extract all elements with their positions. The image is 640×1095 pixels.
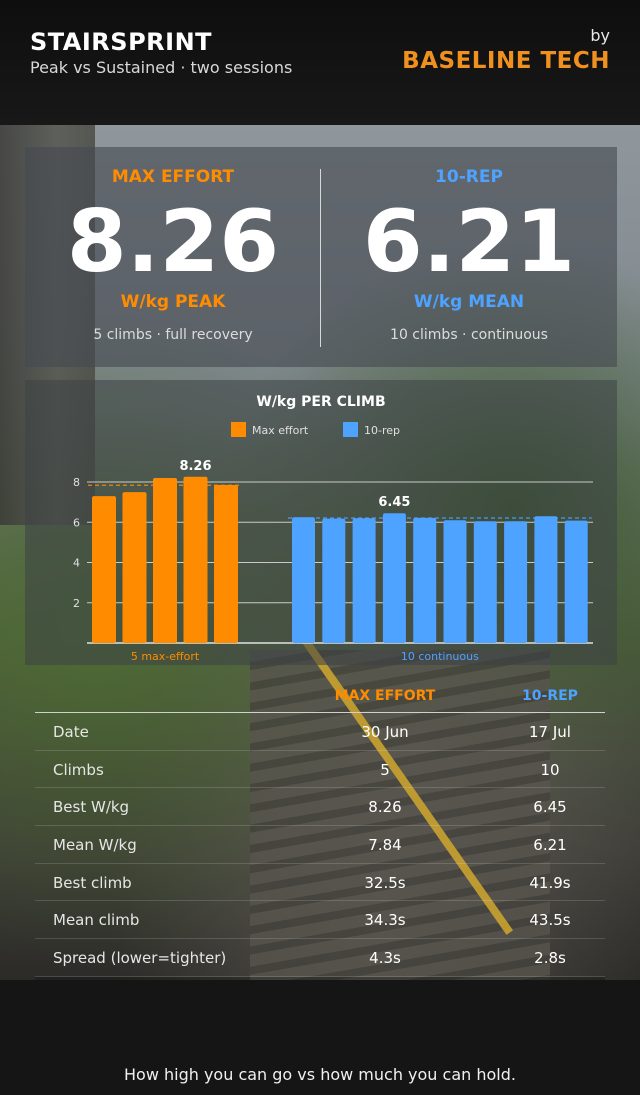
y-tick-label: 4 <box>73 557 80 570</box>
y-tick-label: 8 <box>73 476 80 489</box>
bar <box>92 496 116 643</box>
table-row: Best climb 32.5s 41.9s <box>35 864 605 902</box>
chart-panel: W/kg PER CLIMB Max effort 10-rep 2 4 6 8 8.26 5 … <box>25 380 617 665</box>
bar <box>443 520 467 643</box>
brand-name: BASELINE TECH <box>402 48 610 74</box>
table-row: Mean climb 34.3s 43.5s <box>35 901 605 940</box>
row-value-max-effort: 8.26 <box>368 798 402 817</box>
group-label: 5 max-effort <box>131 650 200 663</box>
table-row: Date 30 Jun 17 Jul <box>35 713 605 751</box>
chart-title: W/kg PER CLIMB <box>256 394 385 410</box>
row-value-max-effort: 4.3s <box>369 949 401 968</box>
row-label: Date <box>53 723 89 741</box>
table-header: MAX EFFORT 10-REP <box>35 678 605 713</box>
legend-swatch <box>343 422 358 437</box>
row-value-max-effort: 5 <box>380 760 390 779</box>
table-row: Mean W/kg 7.84 6.21 <box>35 826 605 864</box>
row-label: Best climb <box>53 873 132 892</box>
bar <box>382 513 406 643</box>
page-title: STAIRSPRINT <box>30 28 213 56</box>
row-value-max-effort: 34.3s <box>364 911 406 930</box>
summary-left-value: 8.26 <box>66 192 280 292</box>
row-value-10-rep: 43.5s <box>529 911 571 930</box>
row-value-10-rep: 2.8s <box>534 949 566 968</box>
bar <box>322 518 346 643</box>
legend-label: Max effort <box>252 424 309 437</box>
bar <box>534 516 558 643</box>
bar <box>473 521 497 643</box>
summary-left-unit: W/kg PEAK <box>120 292 226 312</box>
bar <box>413 517 437 643</box>
row-label: Spread (lower=tighter) <box>53 949 227 968</box>
bar <box>214 485 238 643</box>
table-header-10-rep: 10-REP <box>522 688 578 704</box>
summary-left-note: 5 climbs · full recovery <box>93 327 253 343</box>
summary-right-label: 10-REP <box>435 167 503 187</box>
row-value-10-rep: 6.21 <box>533 836 567 855</box>
bar-callout-label: 6.45 <box>378 495 410 510</box>
summary-right-value: 6.21 <box>362 192 576 292</box>
row-value-10-rep: 10 <box>540 760 560 779</box>
row-value-max-effort: 30 Jun <box>361 723 409 741</box>
table-row: Climbs 5 10 <box>35 751 605 789</box>
bar <box>564 520 588 643</box>
table-row: Spread (lower=tighter) 4.3s 2.8s <box>35 939 605 977</box>
group-label: 10 continuous <box>401 650 479 663</box>
y-tick-label: 2 <box>73 597 80 610</box>
bar <box>504 521 528 643</box>
summary-max-effort: MAX EFFORT 8.26 W/kg PEAK 5 climbs · ful… <box>25 147 321 367</box>
summary-panel: MAX EFFORT 8.26 W/kg PEAK 5 climbs · ful… <box>25 147 617 367</box>
table-row: Best W/kg 8.26 6.45 <box>35 788 605 827</box>
page-subtitle: Peak vs Sustained · two sessions <box>30 58 293 77</box>
y-tick-label: 6 <box>73 516 80 529</box>
bar <box>292 517 315 643</box>
row-value-10-rep: 6.45 <box>533 798 567 817</box>
table-header-max-effort: MAX EFFORT <box>334 688 436 704</box>
summary-left-label: MAX EFFORT <box>111 167 235 187</box>
bar <box>153 477 177 643</box>
bar <box>352 518 376 643</box>
bar-chart: W/kg PER CLIMB Max effort 10-rep 2 4 6 8 8.26 5 … <box>73 394 593 663</box>
row-value-10-rep: 17 Jul <box>529 723 571 741</box>
legend-swatch <box>231 422 246 437</box>
row-value-max-effort: 7.84 <box>368 836 402 855</box>
bar <box>183 476 208 643</box>
header-bar: STAIRSPRINT Peak vs Sustained · two sess… <box>0 0 640 125</box>
brand-by-label: by <box>590 26 610 45</box>
summary-10-rep: 10-REP 6.21 W/kg MEAN 10 climbs · contin… <box>321 147 617 367</box>
row-label: Climbs <box>53 760 104 779</box>
row-value-10-rep: 41.9s <box>529 873 571 892</box>
legend-label: 10-rep <box>364 424 400 437</box>
row-label: Mean climb <box>53 911 140 930</box>
summary-right-note: 10 climbs · continuous <box>390 327 548 343</box>
bar-callout-label: 8.26 <box>179 459 211 474</box>
row-value-max-effort: 32.5s <box>364 873 406 892</box>
summary-right-unit: W/kg MEAN <box>413 292 525 312</box>
footer-tagline: How high you can go vs how much you can … <box>124 1065 516 1084</box>
row-label: Best W/kg <box>53 798 130 817</box>
bar <box>122 492 147 643</box>
row-label: Mean W/kg <box>53 836 137 855</box>
